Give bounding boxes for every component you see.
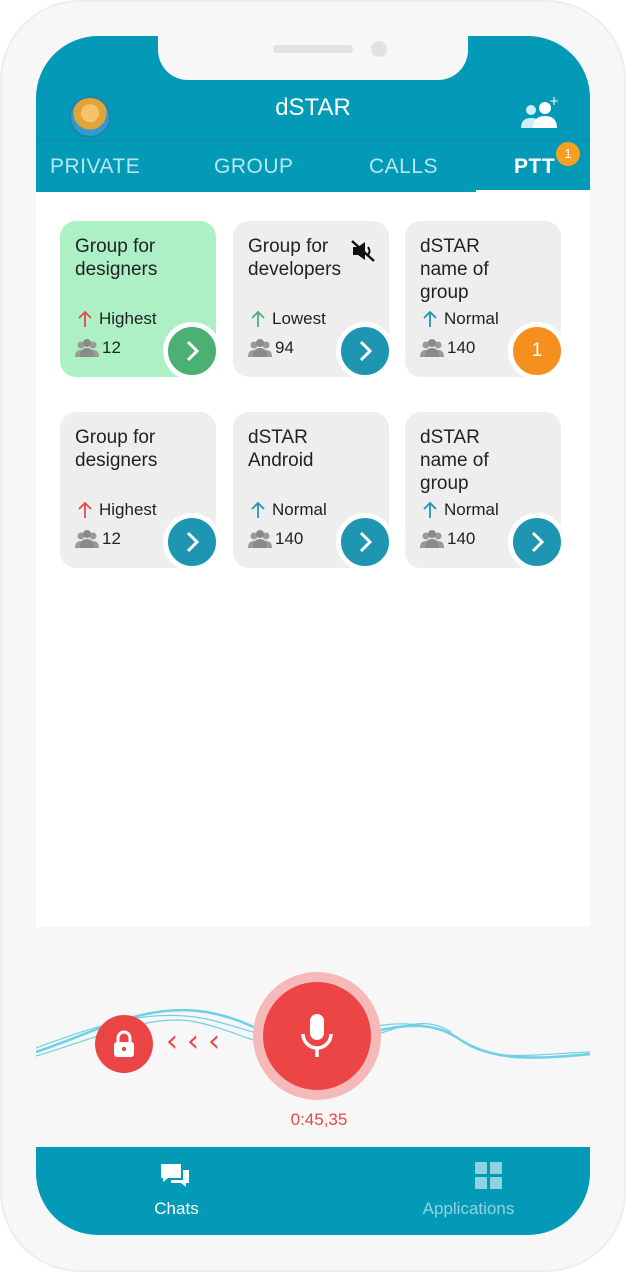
member-count: 12: [102, 529, 121, 548]
front-camera: [371, 41, 387, 57]
nav-chats[interactable]: Chats: [36, 1147, 313, 1235]
tab-calls[interactable]: CALLS: [369, 155, 438, 179]
recording-timer: 0:45,35: [290, 1110, 348, 1129]
group-name: dSTAR name of group: [420, 427, 489, 494]
group-members: 140: [420, 338, 475, 358]
open-group-button[interactable]: [336, 322, 394, 380]
push-to-talk-button[interactable]: [263, 982, 371, 1090]
group-card[interactable]: Group for developers Lowest 94: [233, 221, 394, 380]
group-members: 12: [75, 529, 121, 549]
member-count: 12: [102, 338, 121, 357]
open-group-button[interactable]: [163, 513, 221, 571]
arrow-up-icon: [251, 501, 265, 518]
group-priority: Highest: [77, 500, 157, 520]
mute-icon[interactable]: [350, 239, 376, 263]
arrow-up-icon: [78, 310, 92, 327]
group-members: 140: [420, 529, 475, 549]
group-members: 12: [75, 338, 121, 358]
svg-text:+: +: [549, 96, 559, 108]
priority-label: Highest: [99, 500, 157, 519]
tab-ptt[interactable]: PTT: [514, 155, 555, 179]
chevron-right-icon: [359, 340, 373, 362]
phone-frame: dSTAR + PRIVATE GROUP CALLS PTT 1 Group …: [0, 0, 626, 1272]
member-count: 140: [275, 529, 304, 548]
device-notch: [158, 36, 468, 80]
priority-label: Highest: [99, 309, 157, 328]
members-icon: [75, 339, 99, 357]
unread-count-badge[interactable]: 1: [508, 322, 566, 380]
open-group-button[interactable]: [336, 513, 394, 571]
nav-chats-label: Chats: [154, 1199, 199, 1218]
priority-label: Lowest: [272, 309, 326, 328]
group-card[interactable]: dSTAR name of group Normal 140 1: [405, 221, 566, 380]
lock-recording-button[interactable]: [95, 1015, 153, 1073]
open-group-button[interactable]: [163, 322, 221, 380]
microphone-icon: [301, 1014, 333, 1057]
chat-bubbles-icon: [161, 1164, 189, 1187]
group-priority: Normal: [250, 500, 327, 520]
arrow-up-icon: [78, 501, 92, 518]
speaker-grille: [273, 45, 353, 53]
active-tab-indicator: [476, 190, 590, 193]
open-group-button[interactable]: [508, 513, 566, 571]
ptt-recording-panel: ‹‹‹ 0:45,35: [36, 927, 590, 1147]
tab-group[interactable]: GROUP: [214, 155, 294, 179]
group-name: Group for designers: [75, 427, 158, 471]
nav-applications-label: Applications: [422, 1199, 515, 1218]
members-icon: [75, 530, 99, 548]
arrow-up-icon: [423, 501, 437, 518]
members-icon: [248, 530, 272, 548]
members-icon: [420, 339, 444, 357]
bottom-navigation: Chats Applications: [36, 1147, 590, 1235]
grid-icon: [475, 1162, 502, 1189]
group-card[interactable]: dSTAR Android Normal 140: [233, 412, 394, 571]
chevron-right-icon: [531, 531, 545, 553]
group-priority: Lowest: [250, 309, 326, 329]
group-name: dSTAR Android: [248, 427, 314, 471]
chevron-right-icon: [186, 531, 200, 553]
tab-bar: PRIVATE GROUP CALLS PTT: [36, 140, 590, 193]
priority-label: Normal: [444, 500, 499, 519]
nav-applications[interactable]: Applications: [313, 1147, 590, 1235]
member-count: 140: [447, 529, 476, 548]
member-count: 140: [447, 338, 476, 357]
add-group-icon[interactable]: +: [518, 96, 560, 132]
group-members: 140: [248, 529, 303, 549]
group-card[interactable]: Group for designers Highest 12: [60, 221, 221, 380]
ptt-tab-badge: 1: [556, 142, 580, 166]
app-screen: dSTAR + PRIVATE GROUP CALLS PTT 1 Group …: [36, 36, 590, 1235]
priority-label: Normal: [272, 500, 327, 519]
group-members: 94: [248, 338, 294, 358]
group-card[interactable]: Group for designers Highest 12: [60, 412, 221, 571]
member-count: 94: [275, 338, 294, 357]
members-icon: [248, 339, 272, 357]
lock-icon: [114, 1030, 134, 1057]
group-card[interactable]: dSTAR name of group Normal 140: [405, 412, 566, 571]
arrow-up-icon: [423, 310, 437, 327]
app-title: dSTAR: [275, 94, 351, 121]
group-priority: Normal: [422, 500, 499, 520]
arrow-up-icon: [251, 310, 265, 327]
priority-label: Normal: [444, 309, 499, 328]
chevron-right-icon: [186, 340, 200, 362]
group-name: dSTAR name of group: [420, 236, 489, 303]
members-icon: [420, 530, 444, 548]
slide-left-chevrons-icon: ‹‹‹: [166, 1024, 229, 1059]
chevron-right-icon: [359, 531, 373, 553]
group-priority: Highest: [77, 309, 157, 329]
tab-private[interactable]: PRIVATE: [50, 155, 140, 179]
group-priority: Normal: [422, 309, 499, 329]
group-name: Group for designers: [75, 236, 158, 280]
